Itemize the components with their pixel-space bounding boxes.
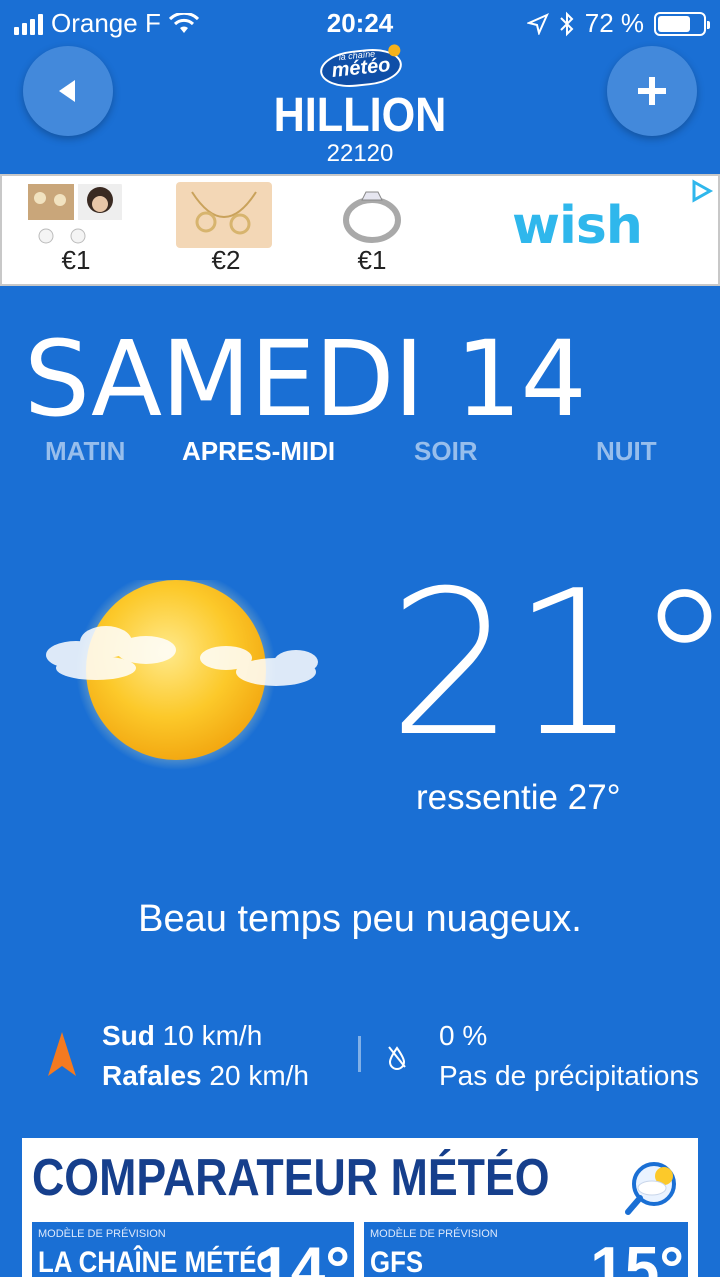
- ad-price: €1: [357, 245, 387, 275]
- model-caption: MODÈLE DE PRÉVISION: [38, 1228, 166, 1240]
- necklace-image: [176, 182, 272, 248]
- wind-info: Sud 10 km/h Rafales 20 km/h: [46, 1016, 366, 1096]
- battery-percent: 72 %: [584, 8, 644, 38]
- wind-speed: 10 km/h: [162, 1020, 263, 1051]
- gusts-line: Rafales 20 km/h: [102, 1056, 309, 1096]
- temperature: 21°: [388, 548, 720, 781]
- status-bar: Orange F 20:24 72 %: [0, 0, 720, 46]
- feels-like: ressentie 27°: [416, 778, 621, 817]
- model-temp: 15°: [590, 1235, 684, 1277]
- comparator-title: COMPARATEUR MÉTÉO: [32, 1149, 550, 1207]
- precip-description: Pas de précipitations: [439, 1060, 699, 1091]
- weather-description: Beau temps peu nuageux.: [138, 898, 582, 940]
- wind-direction-icon: [48, 1032, 76, 1076]
- status-right: 72 %: [526, 8, 710, 39]
- ad-item-earrings[interactable]: €1: [26, 182, 126, 278]
- tab-matin[interactable]: MATIN: [45, 436, 125, 467]
- model-card-gfs[interactable]: MODÈLE DE PRÉVISION GFS 15°: [364, 1222, 688, 1277]
- tab-apres-midi[interactable]: APRES-MIDI: [182, 436, 335, 467]
- ad-price: €2: [211, 245, 241, 275]
- plus-icon: [638, 77, 666, 105]
- search-weather-icon: [625, 1162, 676, 1215]
- comparator-section[interactable]: COMPARATEUR MÉTÉO MODÈLE DE PRÉVISION LA…: [22, 1138, 698, 1277]
- model-caption: MODÈLE DE PRÉVISION: [370, 1228, 498, 1240]
- ad-banner[interactable]: €1 €2 €1 wish: [0, 174, 720, 286]
- tab-nuit[interactable]: NUIT: [596, 436, 657, 467]
- weather-icon-wrap: [36, 570, 336, 770]
- precip-value: 0 %: [439, 1020, 488, 1051]
- divider: [358, 1036, 361, 1072]
- gusts-label: Rafales: [102, 1060, 202, 1091]
- logo-dot: [387, 43, 401, 58]
- bluetooth-icon: [560, 11, 574, 36]
- tab-soir[interactable]: SOIR: [414, 436, 478, 467]
- precip-text: 0 % Pas de précipitations: [439, 1016, 699, 1096]
- period-tabs: MATIN APRES-MIDI SOIR NUIT: [0, 436, 720, 476]
- day-title: SAMEDI 14: [24, 318, 587, 440]
- sun-cloud-icon: [46, 570, 318, 770]
- model-name: GFS: [370, 1246, 424, 1277]
- battery-icon: [654, 11, 710, 36]
- header: la chaîne météo HILLION 22120: [0, 43, 720, 174]
- wish-logo: wish: [512, 196, 643, 256]
- ring-image: [322, 182, 418, 248]
- wind-direction: Sud: [102, 1020, 155, 1051]
- location-icon: [526, 12, 549, 35]
- wind-text: Sud 10 km/h Rafales 20 km/h: [102, 1016, 309, 1096]
- battery-fill: [658, 15, 690, 32]
- day-title-text: SAMEDI 14: [24, 318, 587, 440]
- ad-item-necklace[interactable]: €2: [176, 182, 276, 278]
- model-name: LA CHAÎNE MÉTÉO: [38, 1246, 277, 1277]
- city-name: HILLION: [273, 89, 447, 142]
- no-rain-drop-icon: [388, 1046, 406, 1070]
- ad-item-ring[interactable]: €1: [322, 182, 422, 278]
- ad-price: €1: [61, 245, 91, 275]
- model-card-chaine-meteo[interactable]: MODÈLE DE PRÉVISION LA CHAÎNE MÉTÉO 14°: [32, 1222, 354, 1277]
- earrings-image: [28, 184, 122, 244]
- chaine-meteo-logo: la chaîne météo: [318, 43, 404, 91]
- wind-line: Sud 10 km/h: [102, 1016, 309, 1056]
- gusts-speed: 20 km/h: [209, 1060, 310, 1091]
- model-temp: 14°: [256, 1235, 350, 1277]
- ad-choices-icon[interactable]: [688, 178, 714, 204]
- add-button[interactable]: [607, 46, 697, 136]
- postal-code: 22120: [326, 140, 394, 167]
